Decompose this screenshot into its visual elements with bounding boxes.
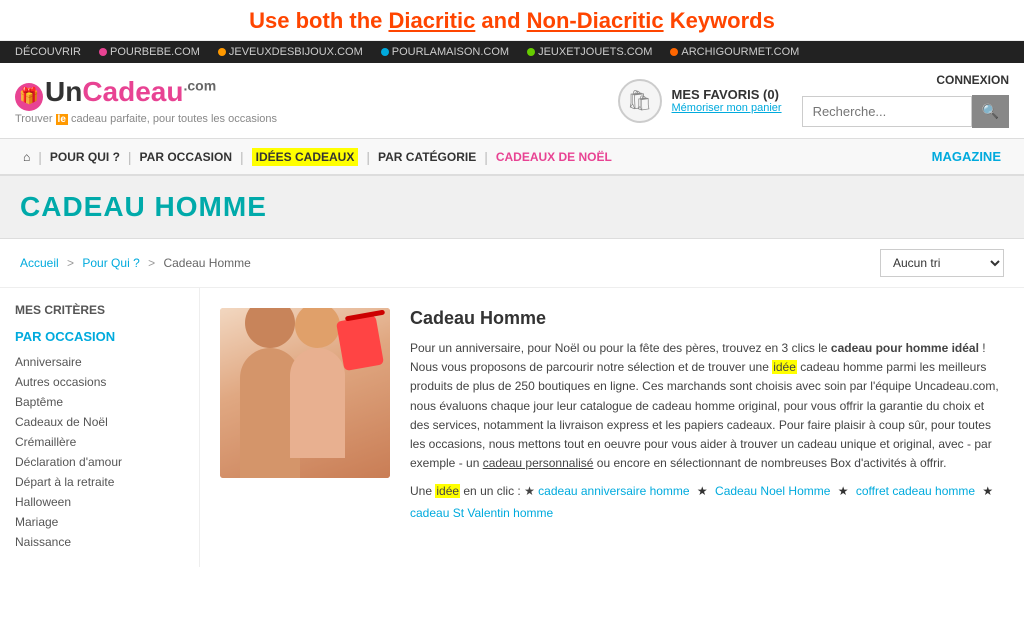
topnav-dot-5 [670, 48, 678, 56]
banner-text-part3: Keywords [664, 8, 775, 33]
product-image [220, 308, 390, 478]
sidebar-item-noel[interactable]: Cadeaux de Noël [15, 412, 184, 432]
breadcrumb-accueil[interactable]: Accueil [20, 256, 59, 270]
topnav-decouvrir[interactable]: DÉCOUVRIR [15, 46, 81, 58]
sidebar-item-anniversaire[interactable]: Anniversaire [15, 352, 184, 372]
sidebar-mes-criteres: MES CRITÈRES [15, 303, 184, 317]
topnav-archigourmet[interactable]: ARCHIGOURMET.COM [670, 46, 799, 58]
sidebar-item-cremaillere[interactable]: Crémaillère [15, 432, 184, 452]
sidebar-par-occasion: PAR OCCASION [15, 329, 184, 344]
breadcrumb: Accueil > Pour Qui ? > Cadeau Homme [20, 256, 251, 270]
sidebar-item-halloween[interactable]: Halloween [15, 492, 184, 512]
nav-magazine[interactable]: MAGAZINE [924, 139, 1009, 174]
favorites-icon: 🛍 [618, 79, 662, 123]
p2-idee: idée [435, 484, 460, 498]
sidebar-item-declaration[interactable]: Déclaration d'amour [15, 452, 184, 472]
p1-rest: cadeau homme parmi les meilleurs produit… [410, 360, 999, 470]
favorites-title: MES FAVORIS (0) [672, 87, 782, 102]
page-title: CADEAU HOMME [20, 191, 1004, 223]
nav-par-occasion[interactable]: PAR OCCASION [132, 140, 240, 174]
idees-label: IDÉES CADEAUX [252, 148, 359, 166]
logo[interactable]: 🎁UnCadeau.com Trouver le cadeau parfaite… [15, 76, 277, 125]
favorites-area: 🛍 MES FAVORIS (0) Mémoriser mon panier [618, 79, 782, 123]
topnav-dot-3 [381, 48, 389, 56]
breadcrumb-sep1: > [67, 256, 77, 270]
sidebar-list: Anniversaire Autres occasions Baptême Ca… [15, 352, 184, 552]
couple-illustration [220, 308, 390, 478]
logo-area: 🎁UnCadeau.com Trouver le cadeau parfaite… [15, 76, 277, 125]
sidebar-item-mariage[interactable]: Mariage [15, 512, 184, 532]
topnav-dot-2 [218, 48, 226, 56]
p2-after: en un clic : ★ [460, 484, 538, 498]
content-area: Cadeau Homme Pour un anniversaire, pour … [200, 288, 1024, 567]
product-text: Cadeau Homme Pour un anniversaire, pour … [410, 308, 1004, 525]
p2-before: Une [410, 484, 435, 498]
home-icon: ⌂ [23, 150, 30, 164]
banner-diacritic: Diacritic [388, 8, 475, 33]
sidebar-item-depart[interactable]: Départ à la retraite [15, 472, 184, 492]
sidebar-item-naissance[interactable]: Naissance [15, 532, 184, 552]
star1: ★ [694, 484, 711, 498]
link-noel[interactable]: Cadeau Noel Homme [715, 484, 830, 498]
nav-idees[interactable]: IDÉES CADEAUX [244, 140, 367, 174]
p1-link-personnalise[interactable]: cadeau personnalisé [483, 456, 594, 470]
nav-par-categorie[interactable]: PAR CATÉGORIE [370, 140, 484, 174]
star2: ★ [834, 484, 851, 498]
search-button[interactable]: 🔍 [972, 95, 1009, 128]
breadcrumb-sep2: > [148, 256, 158, 270]
product-title: Cadeau Homme [410, 308, 1004, 329]
link-valentin[interactable]: cadeau St Valentin homme [410, 506, 553, 520]
topnav: DÉCOUVRIR POURBEBE.COM JEVEUXDESBIJOUX.C… [0, 41, 1024, 63]
banner-title: Use both the Diacritic and Non-Diacritic… [0, 8, 1024, 34]
bottom-links: Une idée en un clic : ★ cadeau anniversa… [410, 481, 1004, 524]
link-anniversaire[interactable]: cadeau anniversaire homme [538, 484, 689, 498]
p1-bold: cadeau pour homme idéal [831, 341, 979, 355]
product-intro: Cadeau Homme Pour un anniversaire, pour … [220, 308, 1004, 525]
sort-select[interactable]: Aucun tri Prix croissant Prix décroissan… [880, 249, 1004, 277]
breadcrumb-current: Cadeau Homme [163, 256, 250, 270]
topnav-jouets[interactable]: JEUXETJOUETS.COM [527, 46, 652, 58]
logo-subtitle: Trouver le cadeau parfaite, pour toutes … [15, 113, 277, 125]
banner-text-part1: Use both the [249, 8, 388, 33]
topnav-dot-1 [99, 48, 107, 56]
header: 🎁UnCadeau.com Trouver le cadeau parfaite… [0, 63, 1024, 139]
nav-pour-qui[interactable]: POUR QUI ? [42, 140, 128, 174]
star3: ★ [979, 484, 993, 498]
logo-com: .com [183, 78, 216, 94]
topnav-pourbebe[interactable]: POURBEBE.COM [99, 46, 200, 58]
favorites-sub[interactable]: Mémoriser mon panier [672, 102, 782, 114]
p1-link-after: ou encore en sélectionnant de nombreuses… [593, 456, 946, 470]
topnav-dot-4 [527, 48, 535, 56]
topnav-pourlamaison[interactable]: POURLAMAISON.COM [381, 46, 509, 58]
search-area: 🔍 [802, 95, 1009, 128]
page-title-bar: CADEAU HOMME [0, 176, 1024, 239]
header-right: CONNEXION 🔍 [802, 73, 1009, 128]
gift-icon: 🎁 [15, 83, 43, 111]
mainnav: ⌂ | POUR QUI ? | PAR OCCASION | IDÉES CA… [0, 139, 1024, 176]
sidebar-item-bapteme[interactable]: Baptême [15, 392, 184, 412]
search-input[interactable] [802, 96, 972, 127]
banner-nondiacritic: Non-Diacritic [527, 8, 664, 33]
breadcrumb-bar: Accueil > Pour Qui ? > Cadeau Homme Aucu… [0, 239, 1024, 288]
logo-title: 🎁UnCadeau.com [15, 76, 216, 107]
sidebar: MES CRITÈRES PAR OCCASION Anniversaire A… [0, 288, 200, 567]
breadcrumb-pour-qui[interactable]: Pour Qui ? [82, 256, 139, 270]
banner: Use both the Diacritic and Non-Diacritic… [0, 0, 1024, 41]
p1-idee: idée [772, 360, 797, 374]
banner-text-part2: and [475, 8, 526, 33]
connexion-link[interactable]: CONNEXION [936, 73, 1009, 87]
main-content: MES CRITÈRES PAR OCCASION Anniversaire A… [0, 288, 1024, 567]
sidebar-item-autres[interactable]: Autres occasions [15, 372, 184, 392]
product-paragraph1: Pour un anniversaire, pour Noël ou pour … [410, 339, 1004, 473]
nav-home[interactable]: ⌂ [15, 140, 38, 174]
favorites-info: MES FAVORIS (0) Mémoriser mon panier [672, 87, 782, 114]
nav-noel[interactable]: CADEAUX DE NOËL [488, 140, 620, 174]
link-coffret[interactable]: coffret cadeau homme [856, 484, 975, 498]
topnav-bijoux[interactable]: JEVEUXDESBIJOUX.COM [218, 46, 363, 58]
p1-before: Pour un anniversaire, pour Noël ou pour … [410, 341, 831, 355]
